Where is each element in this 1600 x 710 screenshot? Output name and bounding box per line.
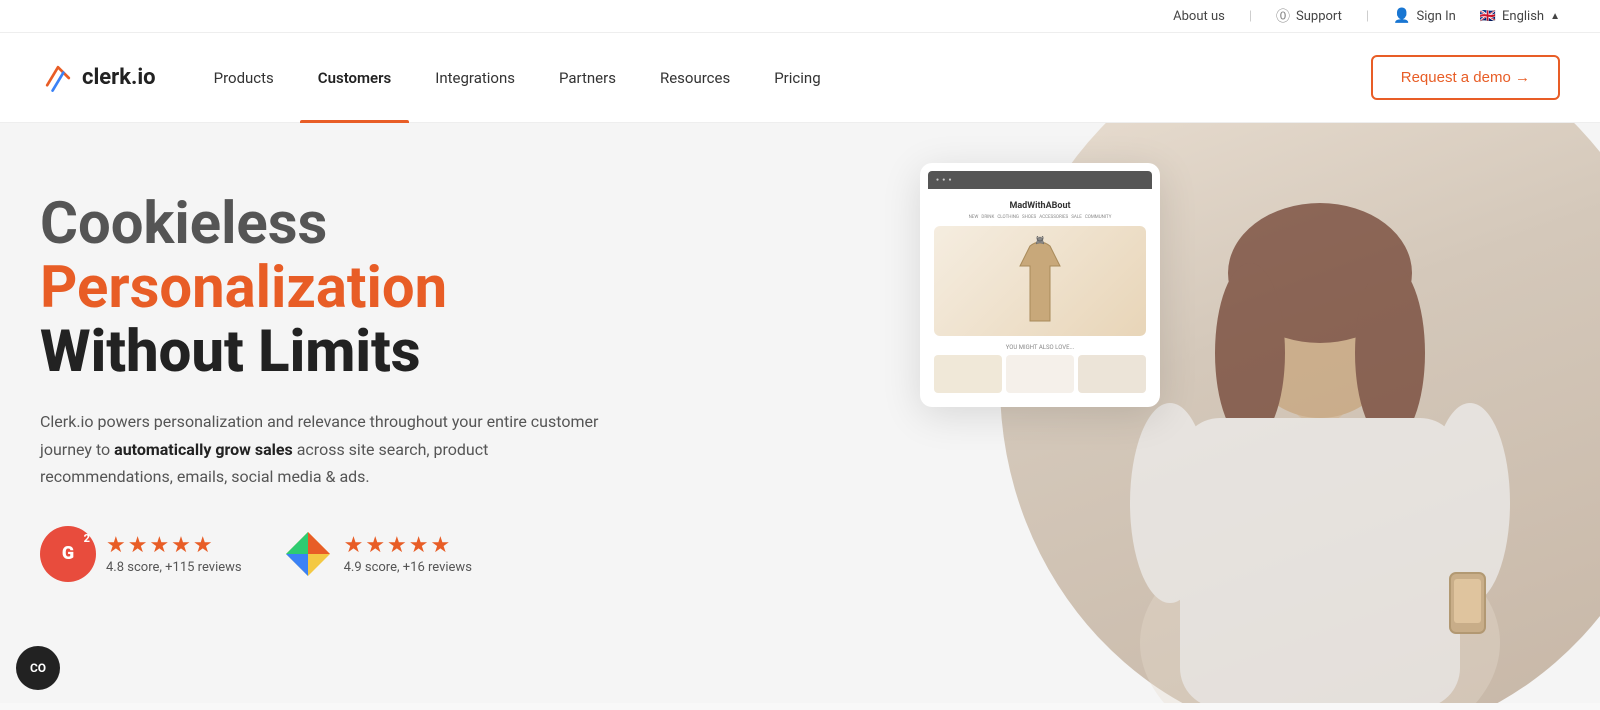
support-link[interactable]: ⓪ Support <box>1276 6 1342 26</box>
capterra-badge <box>282 528 334 580</box>
main-nav: clerk.io Products Customers Integrations… <box>0 33 1600 123</box>
product-mockup: ● ● ● MadWithABout NEW DRINK CLOTHING SH… <box>920 163 1160 407</box>
nav-customers[interactable]: Customers <box>300 33 409 123</box>
g2-stars: ★★★★★ <box>106 533 242 558</box>
logo-text: clerk.io <box>82 65 156 90</box>
rec-item-1 <box>934 355 1002 393</box>
chat-label: CO <box>30 661 46 675</box>
hero-title-line1: Cookieless <box>40 193 620 257</box>
g2-superscript: 2 <box>84 532 90 545</box>
g2-badge: G 2 <box>40 526 96 582</box>
g2-score: 4.8 score, +115 reviews <box>106 560 242 575</box>
mockup-recommendations-label: YOU MIGHT ALSO LOVE... <box>934 344 1146 351</box>
mockup-brand: ● ● ● <box>936 177 953 183</box>
divider-2: | <box>1366 9 1369 24</box>
signin-link[interactable]: 👤 Sign In <box>1393 8 1456 24</box>
nav-partners[interactable]: Partners <box>541 33 634 123</box>
nav-resources[interactable]: Resources <box>642 33 748 123</box>
rec-item-2 <box>1006 355 1074 393</box>
divider-1: | <box>1249 9 1252 24</box>
user-icon: 👤 <box>1393 8 1410 24</box>
nav-links: Products Customers Integrations Partners… <box>196 33 1371 123</box>
hero-title-line3: Without Limits <box>40 321 620 385</box>
g2-rating: G 2 ★★★★★ 4.8 score, +115 reviews <box>40 526 242 582</box>
support-icon: ⓪ <box>1276 6 1290 26</box>
g2-rating-info: ★★★★★ 4.8 score, +115 reviews <box>106 533 242 575</box>
logo-icon <box>40 60 76 96</box>
language-selector[interactable]: 🇬🇧 English ▲ <box>1480 9 1560 24</box>
capterra-rating: ★★★★★ 4.9 score, +16 reviews <box>282 528 472 580</box>
hero-image-area: ● ● ● MadWithABout NEW DRINK CLOTHING SH… <box>840 123 1600 703</box>
mockup-brand-label: MadWithABout <box>934 201 1146 211</box>
support-label: Support <box>1296 9 1342 24</box>
logo[interactable]: clerk.io <box>40 60 156 96</box>
about-label: About us <box>1173 9 1225 24</box>
language-label: English <box>1502 9 1544 24</box>
signin-label: Sign In <box>1417 9 1456 24</box>
chevron-down-icon: ▲ <box>1550 11 1560 22</box>
hero-content: Cookieless Personalization Without Limit… <box>40 183 620 582</box>
mockup-header: ● ● ● <box>928 171 1152 189</box>
rec-item-3 <box>1078 355 1146 393</box>
hero-description: Clerk.io powers personalization and rele… <box>40 408 620 490</box>
request-demo-button[interactable]: Request a demo → <box>1371 55 1560 100</box>
dress-icon <box>1010 236 1070 326</box>
hero-section: Cookieless Personalization Without Limit… <box>0 123 1600 703</box>
mockup-body: MadWithABout NEW DRINK CLOTHING SHOES AC… <box>928 195 1152 399</box>
nav-products[interactable]: Products <box>196 33 292 123</box>
capterra-icon <box>282 528 334 580</box>
chat-badge[interactable]: CO <box>16 646 60 690</box>
capterra-stars: ★★★★★ <box>344 533 472 558</box>
capterra-rating-info: ★★★★★ 4.9 score, +16 reviews <box>344 533 472 575</box>
top-bar: About us | ⓪ Support | 👤 Sign In 🇬🇧 Engl… <box>0 0 1600 33</box>
mockup-recommendation-items <box>934 355 1146 393</box>
flag-icon: 🇬🇧 <box>1480 9 1496 24</box>
ratings: G 2 ★★★★★ 4.8 score, +115 reviews <box>40 526 620 582</box>
hero-title-line2: Personalization <box>40 257 620 321</box>
capterra-score: 4.9 score, +16 reviews <box>344 560 472 575</box>
about-link[interactable]: About us <box>1173 9 1225 24</box>
mockup-product-image <box>934 226 1146 336</box>
nav-pricing[interactable]: Pricing <box>756 33 838 123</box>
nav-integrations[interactable]: Integrations <box>417 33 533 123</box>
mockup-nav-bar: NEW DRINK CLOTHING SHOES ACCESSORIES SAL… <box>934 215 1146 220</box>
